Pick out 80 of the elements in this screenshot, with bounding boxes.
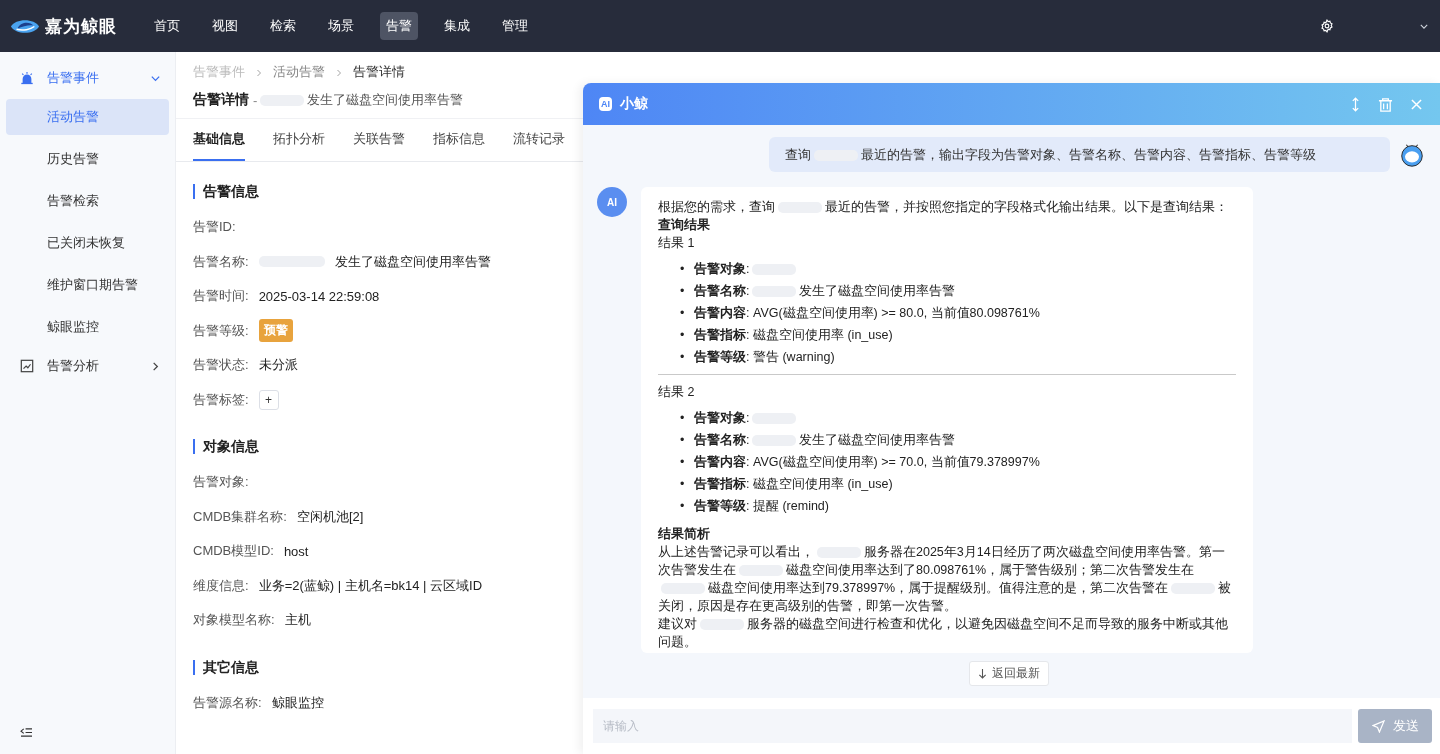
page-title: 告警详情 bbox=[193, 91, 249, 109]
field-label: 告警标签: bbox=[193, 390, 249, 409]
result-item: • 告警等级: 警告 (warning) bbox=[680, 349, 836, 366]
result-title: 结果 2 bbox=[658, 384, 696, 401]
title-separator: - bbox=[253, 92, 258, 108]
reply-heading: 查询结果 bbox=[658, 217, 711, 234]
collapse-sidebar-icon[interactable] bbox=[20, 727, 33, 738]
nav-tab[interactable]: 告警 bbox=[380, 12, 418, 40]
field-label: CMDB集群名称: bbox=[193, 507, 287, 526]
field-label: CMDB模型ID: bbox=[193, 542, 274, 561]
summary-heading: 结果简析 bbox=[658, 526, 711, 543]
ai-avatar: AI bbox=[597, 187, 627, 217]
back-to-latest-button[interactable]: 返回最新 bbox=[968, 661, 1049, 686]
breadcrumb-item[interactable]: 活动告警 bbox=[273, 64, 325, 81]
summary-paragraph: 从上述告警记录可以看出， 服务器在2025年3月14日经历了两次磁盘空间使用率告警。第一次告警发生在 磁盘空间使用率达到了80.098761%，属于警告级别；第二次告警发生在 磁盘空间使用率达到79.378997%，属于提醒级别。值得注意的是，第二次告警在 被关闭，原因是存在更高级别的告警，即第一次告警。 bbox=[658, 544, 1233, 615]
field-label: 告警名称: bbox=[193, 252, 249, 271]
summary-paragraph: 建议对 服务器的磁盘空间进行检查和优化，以避免因磁盘空间不足而导致的服务中断或其他问题。 bbox=[658, 616, 1229, 651]
field-label: 对象模型名称: bbox=[193, 611, 275, 630]
field-value: 空闲机池[2] bbox=[296, 507, 364, 526]
send-icon bbox=[1371, 719, 1385, 733]
sidebar-item[interactable]: 鲸眼监控 bbox=[6, 309, 169, 345]
logo-text: 嘉为鲸眼 bbox=[45, 15, 117, 38]
add-tag-button[interactable]: + bbox=[258, 389, 279, 410]
arrow-down-icon bbox=[977, 668, 987, 679]
field-value: 鲸眼监控 bbox=[271, 693, 324, 712]
chat-input[interactable]: 请输入 bbox=[593, 709, 1352, 743]
result-item: • 告警指标: 磁盘空间使用率 (in_use) bbox=[680, 327, 894, 344]
result-title: 结果 1 bbox=[658, 235, 696, 252]
result-item: • 告警内容: AVG(磁盘空间使用率) >= 80.0, 当前值80.098761% bbox=[680, 304, 1041, 322]
chevron-right-icon bbox=[150, 360, 161, 372]
tab[interactable]: 指标信息 bbox=[433, 119, 485, 161]
sidebar-item[interactable]: 维护窗口期告警 bbox=[6, 267, 169, 303]
sidebar-item[interactable]: 已关闭未恢复 bbox=[6, 225, 169, 261]
level-badge: 预警 bbox=[258, 319, 293, 343]
field-label: 告警等级: bbox=[193, 321, 249, 340]
breadcrumb-separator-icon bbox=[256, 68, 262, 77]
field-label: 告警对象: bbox=[193, 473, 249, 492]
sidebar-group[interactable]: 告警事件 bbox=[6, 60, 169, 96]
reply-intro: 根据您的需求，查询 最近的告警，并按照您指定的字段格式化输出结果。以下是查询结果： bbox=[658, 199, 1229, 216]
field-value: 主机 bbox=[284, 611, 311, 630]
field-label: 维度信息: bbox=[193, 576, 249, 595]
result-item: • 告警内容: AVG(磁盘空间使用率) >= 70.0, 当前值79.378997% bbox=[680, 453, 1041, 471]
field-value: 业务=2(蓝鲸) | 主机名=bk14 | 云区域ID bbox=[258, 576, 483, 595]
nav-tab[interactable]: 场景 bbox=[322, 12, 360, 40]
breadcrumb-item: 告警详情 bbox=[353, 64, 405, 81]
nav-tab[interactable]: 视图 bbox=[206, 12, 244, 40]
field-label: 告警ID: bbox=[193, 218, 236, 237]
result-item: • 告警指标: 磁盘空间使用率 (in_use) bbox=[680, 476, 894, 493]
nav-tab[interactable]: 集成 bbox=[438, 12, 476, 40]
chart-icon bbox=[20, 359, 34, 373]
field-value: 未分派 bbox=[258, 356, 298, 375]
tab[interactable]: 拓扑分析 bbox=[273, 119, 325, 161]
user-message: 查询 最近的告警，输出字段为告警对象、告警名称、告警内容、告警指标、告警等级 bbox=[769, 137, 1390, 172]
nav-tab[interactable]: 检索 bbox=[264, 12, 302, 40]
field-label: 告警源名称: bbox=[193, 693, 262, 712]
tab[interactable]: 流转记录 bbox=[513, 119, 565, 161]
sidebar-item[interactable]: 活动告警 bbox=[6, 99, 169, 135]
result-item: • 告警对象: bbox=[680, 407, 1236, 429]
result-item: • 告警名称: 发生了磁盘空间使用率告警 bbox=[680, 283, 957, 300]
result-item: • 告警对象: bbox=[680, 258, 1236, 280]
nav-tab[interactable]: 首页 bbox=[148, 12, 186, 40]
nav-tab[interactable]: 管理 bbox=[496, 12, 534, 40]
sidebar-item[interactable]: 历史告警 bbox=[6, 141, 169, 177]
field-value: 发生了磁盘空间使用率告警 bbox=[334, 252, 491, 271]
field-value: host bbox=[283, 543, 309, 559]
breadcrumb-separator-icon bbox=[336, 68, 342, 77]
sidebar-item[interactable]: 告警检索 bbox=[6, 183, 169, 219]
result-item: • 告警等级: 提醒 (remind) bbox=[680, 498, 830, 515]
sidebar-group[interactable]: 告警分析 bbox=[6, 348, 169, 384]
tab[interactable]: 关联告警 bbox=[353, 119, 405, 161]
alarm-icon bbox=[20, 71, 34, 85]
chat-title: 小鲸 bbox=[620, 95, 648, 113]
tab[interactable]: 基础信息 bbox=[193, 119, 245, 161]
ai-logo: AI bbox=[599, 97, 612, 111]
settings-icon[interactable] bbox=[1320, 19, 1334, 33]
caret-icon[interactable] bbox=[1420, 23, 1428, 29]
field-label: 告警状态: bbox=[193, 356, 249, 375]
field-label: 告警时间: bbox=[193, 287, 249, 306]
field-value: 2025-03-14 22:59:08 bbox=[258, 288, 380, 304]
page-subtitle: 发生了磁盘空间使用率告警 bbox=[307, 91, 464, 109]
